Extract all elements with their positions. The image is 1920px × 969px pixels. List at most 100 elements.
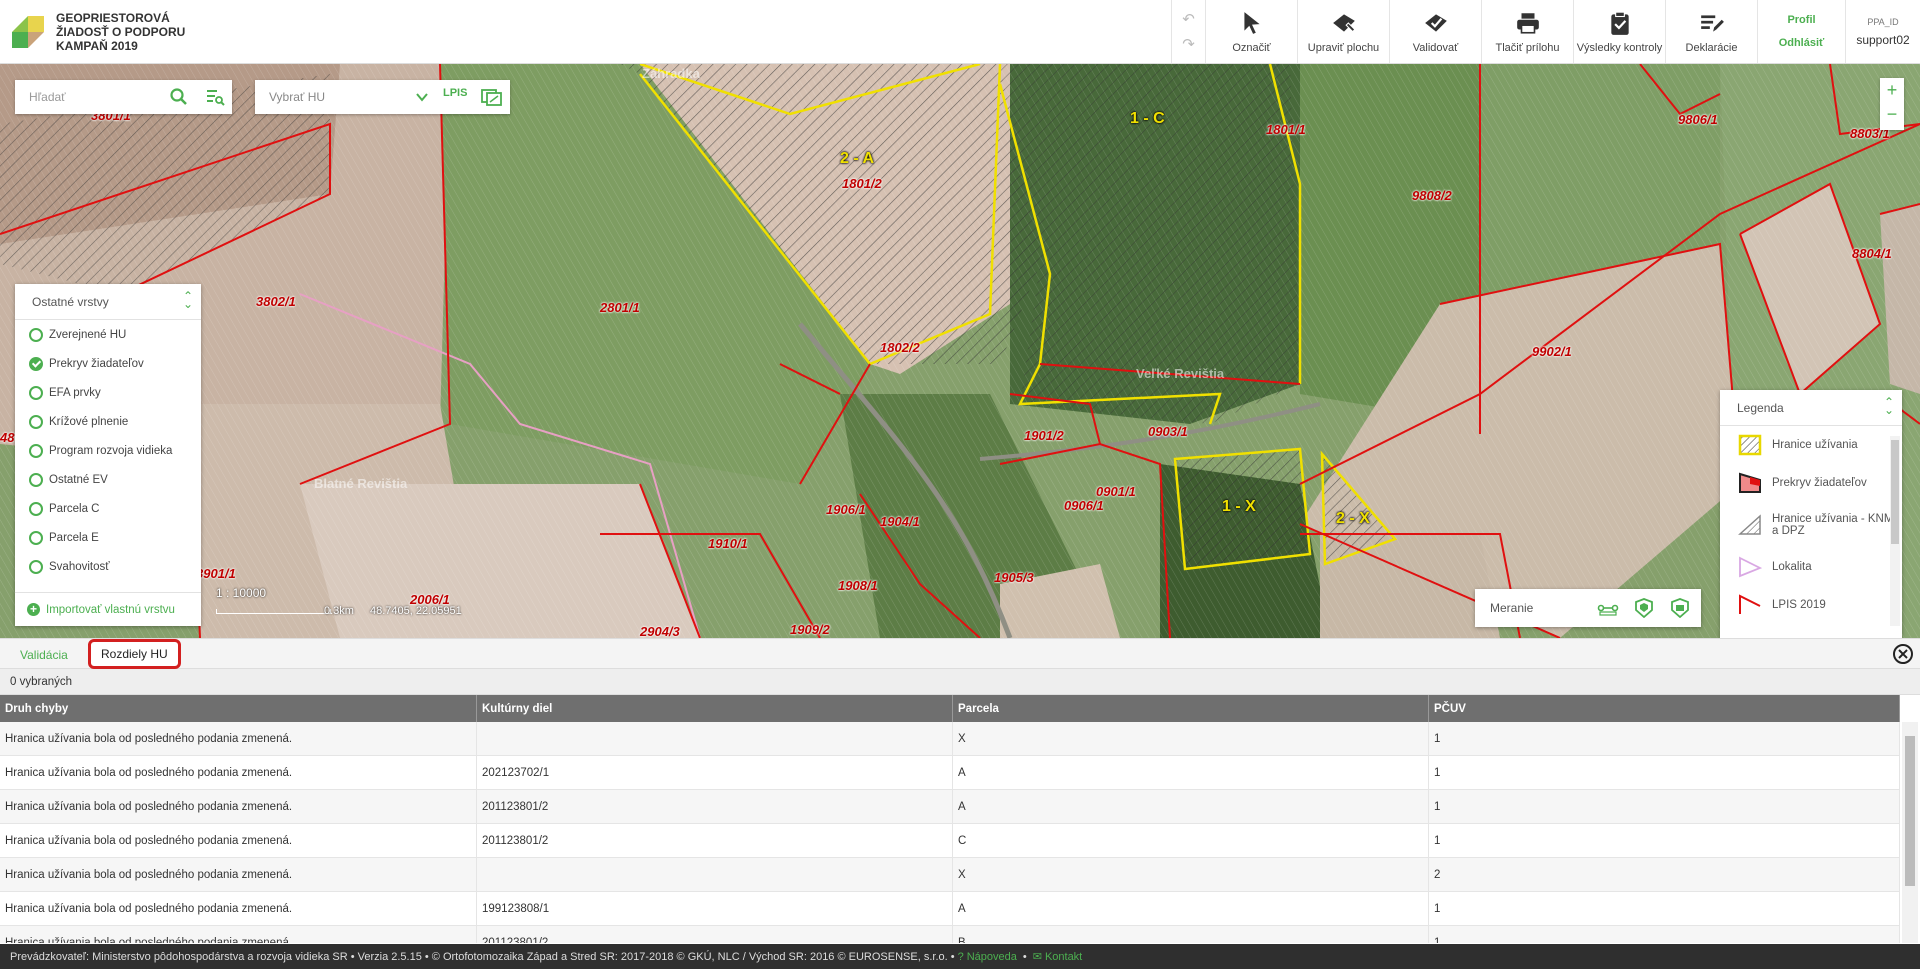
tab-validation[interactable]: Validácia: [10, 642, 78, 668]
radio-icon[interactable]: [29, 530, 43, 545]
layer-item[interactable]: Zverejnené HU: [15, 320, 201, 349]
legend-item-label: Prekryv žiadateľov: [1772, 477, 1867, 489]
measure-distance-icon[interactable]: [1597, 598, 1619, 618]
table-row[interactable]: Hranica užívania bola od posledného poda…: [0, 824, 1900, 858]
radio-icon[interactable]: [29, 327, 43, 342]
table-row[interactable]: Hranica užívania bola od posledného poda…: [0, 756, 1900, 790]
usage-area-label: 2 - X: [1336, 510, 1370, 527]
mail-icon: ✉: [1032, 951, 1042, 963]
scale-ratio: 1 : 10000: [216, 586, 267, 600]
top-bar: GEOPRIESTOROVÁ ŽIADOSŤ O PODPORU KAMPAŇ …: [0, 0, 1920, 64]
search-icon[interactable]: [169, 87, 189, 107]
parcel-label: 0901/1: [1096, 484, 1136, 499]
edit-area-button[interactable]: Upraviť plochu: [1297, 0, 1389, 63]
lpis-toggle[interactable]: LPIS: [443, 87, 467, 99]
collapse-icon[interactable]: ⌃ ⌄: [1884, 396, 1894, 416]
table-row[interactable]: Hranica užívania bola od posledného poda…: [0, 892, 1900, 926]
control-results-button[interactable]: Výsledky kontroly: [1573, 0, 1665, 63]
layer-item[interactable]: EFA prvky: [15, 378, 201, 407]
redo-icon[interactable]: ↷: [1182, 35, 1195, 53]
cell-parcel: A: [953, 790, 1429, 823]
app-title-line2: ŽIADOSŤ O PODPORU: [56, 24, 186, 39]
layer-item[interactable]: Ostatné EV: [15, 465, 201, 494]
table-row[interactable]: Hranica užívania bola od posledného poda…: [0, 858, 1900, 892]
radio-checked-icon[interactable]: [29, 356, 43, 371]
parcel-label: 2904/3: [640, 624, 680, 638]
cell-culture-part: 199123808/1: [477, 892, 953, 925]
layer-item-label: EFA prvky: [49, 386, 101, 399]
collapse-icon[interactable]: ⌃ ⌄: [183, 290, 193, 310]
column-header-error-type[interactable]: Druh chyby: [0, 695, 477, 722]
layer-compare-icon[interactable]: [481, 87, 503, 107]
cell-error-type: Hranica užívania bola od posledného poda…: [0, 722, 477, 755]
control-results-label: Výsledky kontroly: [1576, 41, 1663, 54]
parcel-label: 1801/1: [1266, 122, 1306, 137]
hu-select[interactable]: Vybrať HU LPIS: [255, 80, 510, 114]
radio-icon[interactable]: [29, 472, 43, 487]
radio-icon[interactable]: [29, 559, 43, 574]
zoom-in-button[interactable]: +: [1880, 78, 1904, 102]
coordinates-readout: 48.7405, 22.05951: [370, 605, 462, 617]
layer-item[interactable]: Prekryv žiadateľov: [15, 349, 201, 378]
other-layers-header[interactable]: Ostatné vrstvy ⌃ ⌄: [15, 284, 201, 320]
table-row[interactable]: Hranica užívania bola od posledného poda…: [0, 790, 1900, 824]
logout-link[interactable]: Odhlásiť: [1779, 37, 1825, 49]
measure-label: Meranie: [1490, 601, 1534, 615]
layer-item[interactable]: Parcela C: [15, 494, 201, 523]
radio-icon[interactable]: [29, 385, 43, 400]
column-header-culture-part[interactable]: Kultúrny diel: [477, 695, 953, 722]
zoom-controls: + −: [1880, 78, 1904, 130]
help-link[interactable]: Nápoveda: [967, 951, 1017, 963]
layer-item[interactable]: Krížové plnenie: [15, 407, 201, 436]
validate-button[interactable]: Validovať: [1389, 0, 1481, 63]
cell-parcel: B: [953, 926, 1429, 943]
tab-hu-differences[interactable]: Rozdiely HU: [88, 639, 181, 669]
cell-parcel: X: [953, 722, 1429, 755]
table-scroll-thumb[interactable]: [1905, 736, 1915, 886]
layer-item[interactable]: Svahovitosť: [15, 552, 201, 581]
import-layer-button[interactable]: + Importovať vlastnú vrstvu: [15, 592, 201, 626]
table-scrollbar[interactable]: [1902, 722, 1918, 943]
parcel-label: 1904/1: [880, 514, 920, 529]
radio-icon[interactable]: [29, 501, 43, 516]
zoom-out-button[interactable]: −: [1880, 102, 1904, 126]
column-header-parcel[interactable]: Parcela: [953, 695, 1429, 722]
undo-icon[interactable]: ↶: [1182, 10, 1195, 28]
measure-area-icon[interactable]: [1633, 598, 1655, 618]
layer-item-label: Zverejnené HU: [49, 328, 127, 341]
legend-title: Legenda: [1737, 400, 1784, 415]
village-label: Záhradka: [642, 66, 700, 81]
legend-item: Hranice užívania: [1720, 426, 1902, 464]
table-row[interactable]: Hranica užívania bola od posledného poda…: [0, 722, 1900, 756]
map-view[interactable]: 3801/1 3802/1 2801/1 1801/2 1802/2 1801/…: [0, 64, 1920, 638]
measure-polygon-icon[interactable]: [1669, 598, 1691, 618]
contact-link[interactable]: Kontakt: [1045, 951, 1082, 963]
cursor-icon: [1243, 11, 1260, 34]
print-attachment-button[interactable]: Tlačiť prílohu: [1481, 0, 1573, 63]
footer: Prevádzkovateľ: Ministerstvo pôdohospodá…: [0, 944, 1920, 969]
parcel-label: 3901/1: [196, 566, 236, 581]
cell-error-type: Hranica užívania bola od posledného poda…: [0, 824, 477, 857]
radio-icon[interactable]: [29, 414, 43, 429]
locality-swatch-icon: [1739, 556, 1762, 578]
search-input[interactable]: Hľadať: [15, 80, 232, 114]
list-search-icon[interactable]: [205, 87, 225, 107]
declarations-button[interactable]: Deklarácie: [1665, 0, 1757, 63]
measure-panel: Meranie: [1475, 589, 1701, 627]
username: support02: [1856, 32, 1910, 47]
select-button[interactable]: Označiť: [1205, 0, 1297, 63]
layer-item[interactable]: Program rozvoja vidieka: [15, 436, 201, 465]
help-icon: ?: [957, 950, 964, 963]
parcel-label: 2801/1: [600, 300, 640, 315]
profile-link[interactable]: Profil: [1787, 14, 1815, 26]
layer-item[interactable]: Parcela E: [15, 523, 201, 552]
cell-pcuv: 1: [1429, 926, 1900, 943]
parcel-label: 9808/2: [1412, 188, 1452, 203]
legend-header[interactable]: Legenda ⌃ ⌄: [1720, 390, 1902, 426]
column-header-pcuv[interactable]: PČUV: [1429, 695, 1900, 722]
close-icon[interactable]: [1892, 643, 1914, 665]
radio-icon[interactable]: [29, 443, 43, 458]
legend-scrollbar[interactable]: [1890, 436, 1900, 626]
legend-scroll-thumb[interactable]: [1891, 440, 1899, 544]
table-row[interactable]: Hranica užívania bola od posledného poda…: [0, 926, 1900, 943]
